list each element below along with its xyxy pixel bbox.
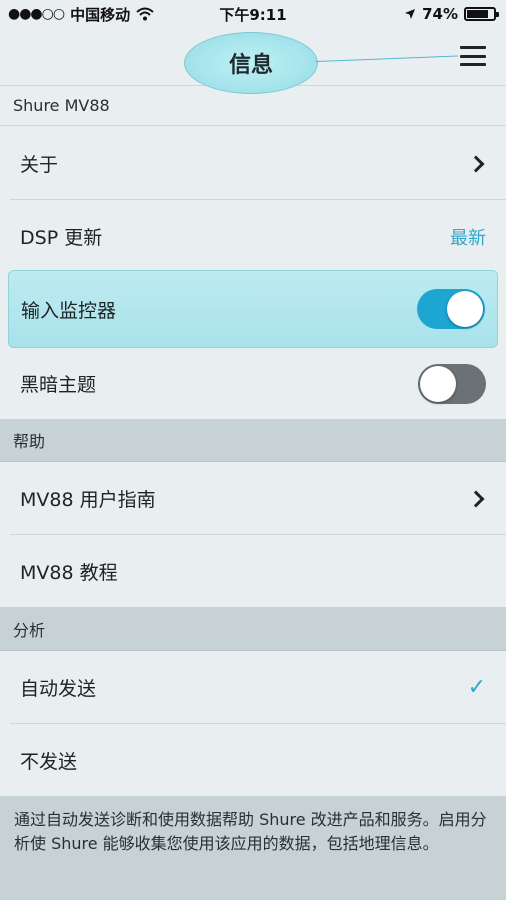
help-section-header: 帮助 (0, 419, 506, 462)
user-guide-label: MV88 用户指南 (20, 489, 156, 511)
input-monitor-row[interactable]: 输入监控器 (8, 270, 498, 348)
battery-icon (464, 7, 499, 21)
analytics-section-header: 分析 (0, 607, 506, 651)
auto-send-row[interactable]: 自动发送 ✓ (10, 651, 506, 724)
tutorial-label: MV88 教程 (20, 562, 118, 584)
page-title: 信息 (228, 53, 273, 78)
no-send-row[interactable]: 不发送 (10, 724, 506, 797)
chevron-right-icon (467, 155, 485, 172)
hamburger-menu-icon[interactable] (460, 46, 486, 66)
input-monitor-toggle[interactable] (417, 289, 485, 329)
device-section-header: Shure MV88 (0, 86, 506, 126)
toggle-knob (447, 291, 483, 327)
location-arrow-icon (405, 9, 416, 19)
battery-fill (467, 10, 488, 18)
about-row[interactable]: 关于 (10, 127, 506, 200)
carrier-name: 中国移动 (70, 5, 131, 24)
help-header-label: 帮助 (13, 432, 46, 451)
dark-theme-label: 黑暗主题 (20, 374, 97, 396)
dsp-update-label: DSP 更新 (20, 227, 103, 249)
toggle-knob (420, 365, 456, 402)
status-left: ●●●○○ 中国移动 (8, 4, 154, 25)
analytics-footer-note: 通过自动发送诊断和使用数据帮助 Shure 改进产品和服务。启用分析使 Shur… (0, 796, 506, 900)
battery-percent: 74% (422, 5, 458, 23)
signal-strength-icon: ●●●○○ (8, 6, 65, 22)
user-guide-row[interactable]: MV88 用户指南 (10, 462, 506, 535)
about-label: 关于 (20, 154, 59, 176)
checkmark-icon: ✓ (467, 675, 486, 700)
chevron-right-icon (467, 490, 485, 507)
input-monitor-label: 输入监控器 (21, 299, 117, 322)
title-highlight: 信息 (184, 32, 318, 94)
analytics-header-label: 分析 (13, 620, 46, 640)
auto-send-label: 自动发送 (20, 678, 97, 700)
tutorial-row[interactable]: MV88 教程 (10, 535, 506, 608)
device-name: Shure MV88 (13, 96, 110, 115)
no-send-label: 不发送 (20, 751, 78, 773)
wifi-icon (136, 7, 154, 21)
dsp-update-row[interactable]: DSP 更新 最新 (10, 200, 506, 273)
dark-theme-row[interactable]: 黑暗主题 (10, 347, 506, 420)
nav-bar: 信息 (0, 28, 506, 94)
dsp-update-status[interactable]: 最新 (450, 224, 486, 250)
dark-theme-toggle[interactable] (418, 363, 486, 404)
status-bar: ●●●○○ 中国移动 下午9:11 74% (0, 0, 506, 28)
annotation-line (315, 55, 458, 62)
status-right: 74% (404, 5, 499, 23)
